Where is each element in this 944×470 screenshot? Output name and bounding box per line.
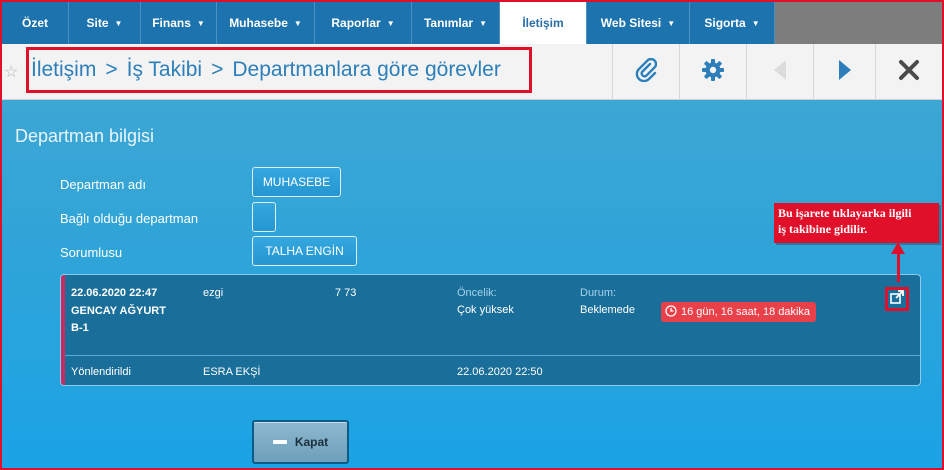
task-creator: ezgi [203,287,224,299]
nav-tab-site[interactable]: Site ▼ [69,2,141,44]
previous-arrow-icon [772,58,788,87]
clock-icon [665,304,677,320]
section-title: Departman bilgisi [15,126,155,146]
footer-datetime: 22.06.2020 22:50 [457,366,543,378]
annotation-callout: Bu işarete tıklayarka ilgili iş takibine… [774,203,939,243]
caret-down-icon: ▼ [479,18,488,28]
nav-tab-ozet[interactable]: Özet [2,2,69,44]
nav-tab-label: Site [86,16,109,30]
nav-tab-label: Sigorta [704,16,746,30]
priority-stripe [61,275,65,385]
nav-tab-web-sitesi[interactable]: Web Sitesi ▼ [587,2,690,44]
footer-assignee: ESRA EKŞİ [203,366,261,378]
department-name-value[interactable]: MUHASEBE [252,167,341,197]
nav-tab-finans[interactable]: Finans ▼ [141,2,217,44]
close-icon [898,59,920,86]
nav-tab-label: Muhasebe [229,16,288,30]
next-button[interactable] [813,44,875,100]
parent-department-label: Bağlı olduğu departman [60,211,199,226]
next-arrow-icon [837,58,853,87]
nav-tab-label: Finans [152,16,191,30]
nav-tab-label: Raporlar [331,16,381,30]
task-number: 7 73 [335,287,357,299]
nav-tab-iletisim[interactable]: İletişim [500,2,587,44]
attachment-icon [635,57,657,87]
caret-down-icon: ▼ [667,18,676,28]
nav-tab-tanimlar[interactable]: Tanımlar ▼ [412,2,500,44]
caret-down-icon: ▼ [114,18,123,28]
task-datetime: 22.06.2020 22:47 [71,287,158,299]
nav-spacer [775,2,942,44]
manager-value[interactable]: TALHA ENGİN [252,236,357,266]
parent-department-value[interactable] [252,202,276,232]
kapat-label: Kapat [294,435,329,449]
breadcrumb-item[interactable]: İletişim [31,58,96,82]
elapsed-time-badge: 16 gün, 16 saat, 18 dakika [661,302,817,322]
breadcrumb-item[interactable]: İş Takibi [127,58,202,82]
nav-tab-sigorta[interactable]: Sigorta ▼ [690,2,775,44]
caret-down-icon: ▼ [196,18,205,28]
card-divider [65,355,920,356]
task-person: GENCAY AĞYURT [71,305,166,317]
nav-tab-label: Özet [21,16,48,30]
kapat-button[interactable]: Kapat [252,420,349,464]
task-card[interactable]: 22.06.2020 22:47 GENCAY AĞYURT B-1 ezgi … [60,274,921,386]
annotation-arrow-line [897,252,900,282]
breadcrumb-item: Departmanlara göre görevler [232,58,501,81]
caret-down-icon: ▼ [293,18,302,28]
breadcrumb: İletişim > İş Takibi > Departmanlara gör… [26,47,532,93]
minus-icon [272,440,287,444]
nav-tab-raporlar[interactable]: Raporlar ▼ [315,2,412,44]
nav-tab-label: İletişim [522,16,564,30]
favorite-star-icon[interactable]: ☆ [4,62,18,82]
annotation-line: Bu işarete tıklayarka ilgili [778,206,912,220]
top-nav: Özet Site ▼ Finans ▼ Muhasebe ▼ Raporlar ▼ T… [2,2,942,44]
title-bar: ☆ İletişim > İş Takibi > Departmanlara g… [2,44,942,100]
open-task-link[interactable] [885,287,909,311]
app-frame: Özet Site ▼ Finans ▼ Muhasebe ▼ Raporlar ▼ T… [0,0,944,470]
department-name-label: Departman adı [60,177,146,192]
caret-down-icon: ▼ [386,18,395,28]
breadcrumb-separator: > [105,58,118,81]
manager-label: Sorumlusu [60,245,123,260]
status-value: Beklemede [580,304,636,316]
nav-tab-muhasebe[interactable]: Muhasebe ▼ [217,2,315,44]
settings-gear-icon [701,58,725,87]
close-button[interactable] [875,44,942,100]
attachment-button[interactable] [612,44,678,100]
breadcrumb-separator: > [211,58,224,81]
previous-button[interactable] [746,44,812,100]
elapsed-time-text: 16 gün, 16 saat, 18 dakika [681,306,811,318]
status-label: Durum: [580,287,617,299]
nav-tab-label: Web Sitesi [600,16,662,30]
annotation-line: iş takibine gidilir. [778,222,868,236]
settings-button[interactable] [679,44,745,100]
nav-tab-label: Tanımlar [423,16,474,30]
task-unit: B-1 [71,322,89,334]
caret-down-icon: ▼ [751,18,760,28]
priority-value: Çok yüksek [457,304,514,316]
footer-action: Yönlendirildi [71,366,131,378]
priority-label: Öncelik: [457,287,497,299]
external-link-icon [890,289,904,309]
